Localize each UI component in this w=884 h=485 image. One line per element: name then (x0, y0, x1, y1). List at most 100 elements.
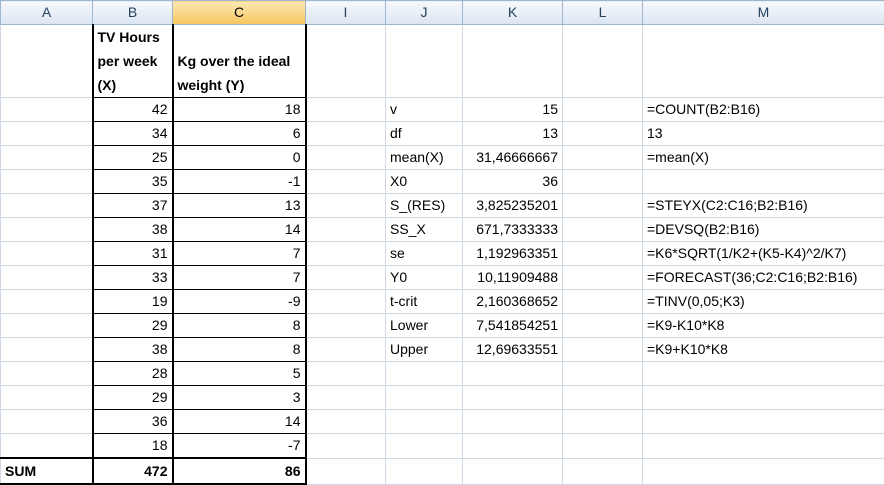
cell-b[interactable]: 18 (91, 433, 174, 459)
cell-j[interactable]: X0 (385, 169, 463, 194)
cell-a[interactable] (0, 385, 93, 410)
cell-j[interactable]: S_(RES) (385, 193, 463, 218)
cell-c[interactable]: -1 (171, 169, 307, 194)
cell-b[interactable]: 38 (91, 217, 174, 242)
cell-l[interactable] (562, 361, 643, 386)
cell-m[interactable]: =STEYX(C2:C16;B2:B16) (642, 193, 884, 218)
cell-a[interactable] (0, 217, 93, 242)
cell-c[interactable]: 7 (171, 241, 307, 266)
cell-j[interactable] (385, 433, 463, 459)
cell-m[interactable] (642, 24, 884, 98)
cell-j[interactable]: v (385, 97, 463, 122)
cell-l[interactable] (562, 97, 643, 122)
cell-c[interactable]: 5 (171, 361, 307, 386)
cell-a[interactable] (0, 193, 93, 218)
cell-j[interactable]: t-crit (385, 289, 463, 314)
cell-a[interactable]: SUM (0, 457, 93, 485)
cell-b[interactable]: 38 (91, 337, 174, 362)
cell-a[interactable] (0, 24, 93, 98)
cell-j[interactable]: Lower (385, 313, 463, 338)
cell-i[interactable] (305, 313, 386, 338)
cell-l[interactable] (562, 193, 643, 218)
cell-a[interactable] (0, 313, 93, 338)
cell-l[interactable] (562, 121, 643, 146)
cell-c[interactable]: 14 (171, 409, 307, 434)
cell-c[interactable]: Kg over the ideal weight (Y) (171, 24, 307, 98)
cell-i[interactable] (305, 169, 386, 194)
cell-k[interactable] (462, 24, 563, 98)
cell-b[interactable]: 36 (91, 409, 174, 434)
cell-a[interactable] (0, 409, 93, 434)
cell-i[interactable] (305, 409, 386, 434)
cell-m[interactable] (642, 169, 884, 194)
cell-i[interactable] (305, 217, 386, 242)
cell-l[interactable] (562, 217, 643, 242)
cell-l[interactable] (562, 433, 643, 459)
cell-b[interactable]: 28 (91, 361, 174, 386)
cell-b[interactable]: 35 (91, 169, 174, 194)
cell-l[interactable] (562, 385, 643, 410)
cell-m[interactable]: 13 (642, 121, 884, 146)
cell-c[interactable]: 13 (171, 193, 307, 218)
cell-i[interactable] (305, 145, 386, 170)
cell-m[interactable]: =K6*SQRT(1/K2+(K5-K4)^2/K7) (642, 241, 884, 266)
cell-m[interactable]: =K9-K10*K8 (642, 313, 884, 338)
cell-l[interactable] (562, 409, 643, 434)
cell-i[interactable] (305, 337, 386, 362)
cell-k[interactable] (462, 361, 563, 386)
cell-k[interactable]: 10,11909488 (462, 265, 563, 290)
cell-l[interactable] (562, 169, 643, 194)
cell-k[interactable]: 3,825235201 (462, 193, 563, 218)
cell-k[interactable] (462, 385, 563, 410)
cell-c[interactable]: 6 (171, 121, 307, 146)
cell-c[interactable]: 8 (171, 313, 307, 338)
cell-j[interactable] (385, 24, 463, 98)
cell-c[interactable]: 0 (171, 145, 307, 170)
cell-k[interactable] (462, 409, 563, 434)
cell-k[interactable]: 15 (462, 97, 563, 122)
cell-k[interactable]: 31,46666667 (462, 145, 563, 170)
cell-j[interactable]: SS_X (385, 217, 463, 242)
cell-k[interactable]: 1,192963351 (462, 241, 563, 266)
cell-a[interactable] (0, 289, 93, 314)
cell-m[interactable]: =FORECAST(36;C2:C16;B2:B16) (642, 265, 884, 290)
cell-a[interactable] (0, 241, 93, 266)
cell-b[interactable]: 37 (91, 193, 174, 218)
cell-k[interactable]: 12,69633551 (462, 337, 563, 362)
cell-k[interactable] (462, 457, 563, 485)
cell-b[interactable]: 19 (91, 289, 174, 314)
cell-c[interactable]: 7 (171, 265, 307, 290)
cell-l[interactable] (562, 457, 643, 485)
cell-b[interactable]: 29 (91, 313, 174, 338)
cell-i[interactable] (305, 97, 386, 122)
cell-k[interactable]: 7,541854251 (462, 313, 563, 338)
cell-j[interactable] (385, 385, 463, 410)
cell-l[interactable] (562, 241, 643, 266)
cell-i[interactable] (305, 457, 386, 485)
cell-j[interactable]: df (385, 121, 463, 146)
cell-a[interactable] (0, 433, 93, 459)
cell-l[interactable] (562, 289, 643, 314)
cell-i[interactable] (305, 265, 386, 290)
cell-j[interactable] (385, 409, 463, 434)
cell-l[interactable] (562, 145, 643, 170)
cell-b[interactable]: 25 (91, 145, 174, 170)
cell-j[interactable]: se (385, 241, 463, 266)
cell-j[interactable]: Upper (385, 337, 463, 362)
cell-c[interactable]: 14 (171, 217, 307, 242)
cell-i[interactable] (305, 289, 386, 314)
cell-a[interactable] (0, 145, 93, 170)
cell-k[interactable] (462, 433, 563, 459)
cell-m[interactable]: =DEVSQ(B2:B16) (642, 217, 884, 242)
cell-l[interactable] (562, 265, 643, 290)
cell-m[interactable]: =COUNT(B2:B16) (642, 97, 884, 122)
cell-j[interactable] (385, 361, 463, 386)
cell-m[interactable]: =K9+K10*K8 (642, 337, 884, 362)
cell-i[interactable] (305, 361, 386, 386)
cell-m[interactable] (642, 361, 884, 386)
cell-a[interactable] (0, 337, 93, 362)
cell-i[interactable] (305, 385, 386, 410)
cell-l[interactable] (562, 337, 643, 362)
cell-a[interactable] (0, 121, 93, 146)
cell-b[interactable]: 42 (91, 97, 174, 122)
